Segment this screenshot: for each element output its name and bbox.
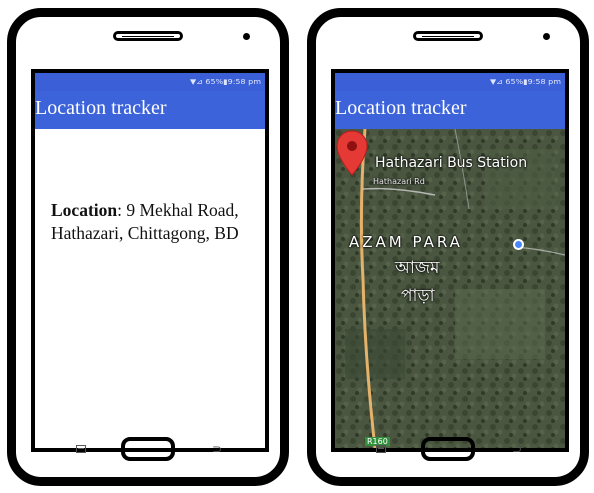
speaker-grille bbox=[413, 31, 483, 41]
location-label: Location bbox=[51, 200, 118, 220]
phone-left: ▼⊿ 65%▮9:58 pm Location tracker Location… bbox=[7, 8, 289, 486]
camera-dot bbox=[243, 33, 250, 40]
map-label-area: AZAM PARA bbox=[349, 233, 463, 251]
back-icon[interactable]: ⊃ bbox=[212, 443, 222, 455]
map-terrain bbox=[335, 129, 565, 448]
status-bar: ▼⊿ 65%▮9:58 pm bbox=[335, 73, 565, 91]
hardware-nav-bar: ⊃ bbox=[316, 435, 580, 465]
map-pin-icon[interactable] bbox=[335, 129, 369, 177]
app-bar: Location tracker bbox=[35, 91, 265, 129]
hardware-nav-bar: ⊃ bbox=[16, 435, 280, 465]
current-location-dot bbox=[513, 239, 524, 250]
location-text: Location: 9 Mekhal Road, Hathazari, Chit… bbox=[51, 199, 251, 245]
satellite-map[interactable]: Hathazari Bus Station Hathazari Rd AZAM … bbox=[335, 129, 565, 448]
home-button[interactable] bbox=[421, 437, 475, 461]
map-label-area-bn-1: আজম bbox=[395, 258, 440, 278]
recents-icon[interactable] bbox=[376, 445, 386, 453]
map-label-road: Hathazari Rd bbox=[373, 177, 425, 186]
map-label-station: Hathazari Bus Station bbox=[375, 155, 528, 171]
camera-dot bbox=[543, 33, 550, 40]
app-bar: Location tracker bbox=[335, 91, 565, 129]
back-icon[interactable]: ⊃ bbox=[512, 443, 522, 455]
home-button[interactable] bbox=[121, 437, 175, 461]
speaker-grille bbox=[113, 31, 183, 41]
status-icons: ▼⊿ 65%▮9:58 pm bbox=[190, 77, 261, 86]
status-icons: ▼⊿ 65%▮9:58 pm bbox=[490, 77, 561, 86]
phone-screen: ▼⊿ 65%▮9:58 pm Location tracker Location… bbox=[31, 69, 269, 452]
map-label-area-bn-2: পাড়া bbox=[401, 286, 435, 306]
location-content: Location: 9 Mekhal Road, Hathazari, Chit… bbox=[35, 129, 265, 448]
phone-screen: ▼⊿ 65%▮9:58 pm Location tracker Hathazar… bbox=[331, 69, 569, 452]
phone-right: ▼⊿ 65%▮9:58 pm Location tracker Hathazar… bbox=[307, 8, 589, 486]
recents-icon[interactable] bbox=[76, 445, 86, 453]
app-title: Location tracker bbox=[35, 97, 167, 119]
status-bar: ▼⊿ 65%▮9:58 pm bbox=[35, 73, 265, 91]
app-title: Location tracker bbox=[335, 97, 467, 119]
